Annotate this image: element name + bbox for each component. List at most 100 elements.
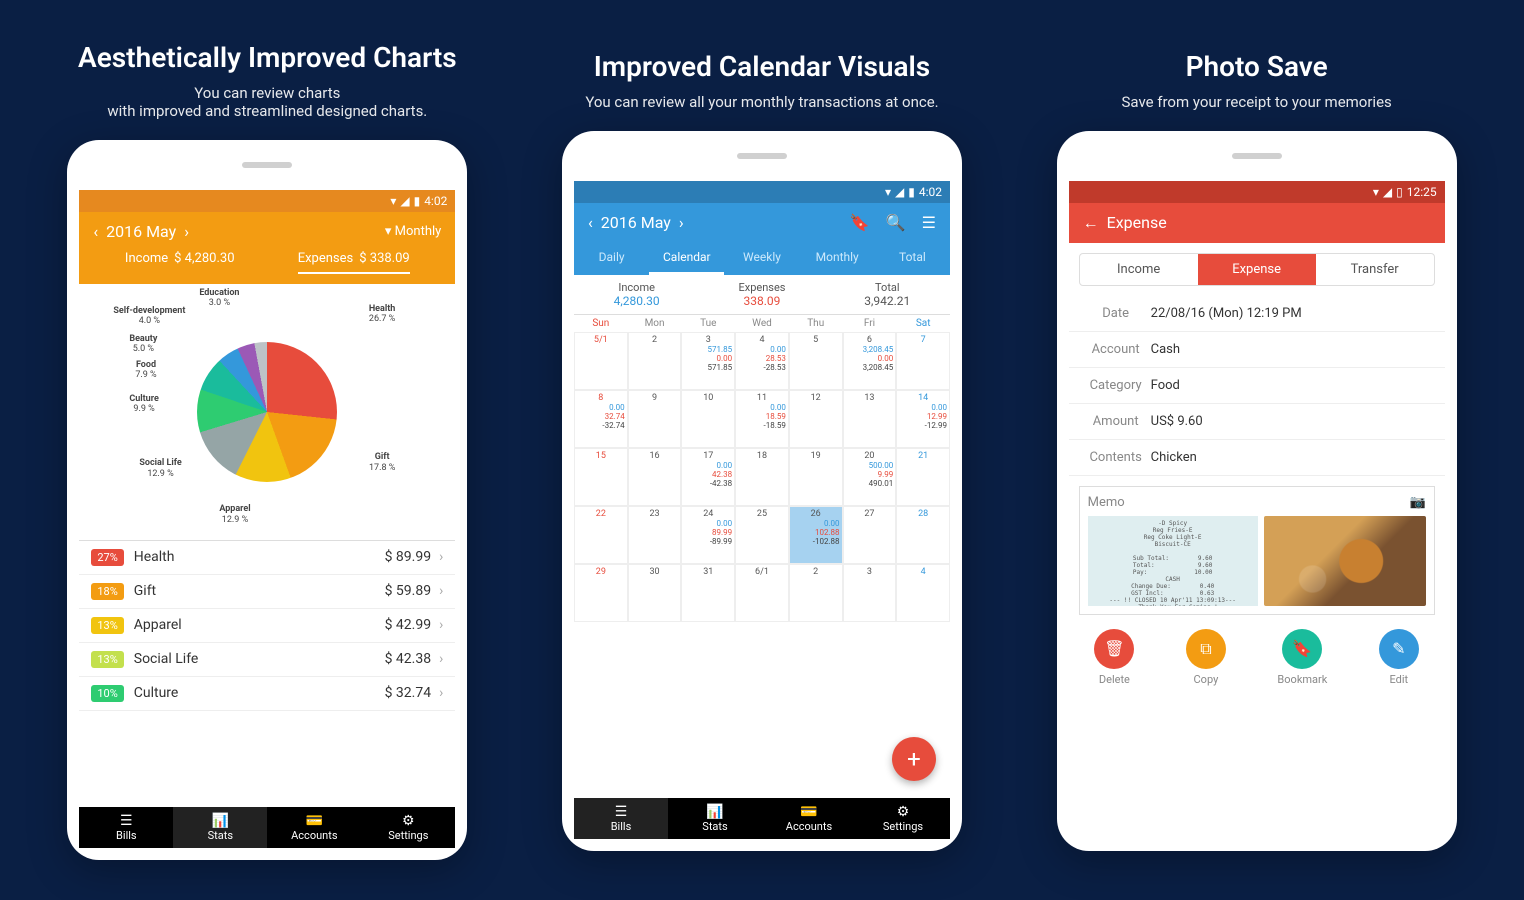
nav-settings[interactable]: ⚙Settings [361, 807, 455, 848]
accounts-icon: 💳 [267, 813, 361, 829]
field-category[interactable]: Category Food [1069, 368, 1445, 404]
bookmark-icon[interactable]: 🔖 [850, 213, 870, 232]
edit-button[interactable]: ✎ Edit [1379, 629, 1419, 686]
cal-cell[interactable]: 24 0.00 89.99 -89.99 [681, 506, 735, 564]
cal-cell[interactable]: 17 0.00 42.38 -42.38 [681, 448, 735, 506]
camera-icon[interactable]: 📷 [1409, 495, 1425, 510]
nav-stats[interactable]: 📊Stats [668, 798, 762, 839]
tab-monthly[interactable]: Monthly [800, 242, 875, 275]
type-tab-income[interactable]: Income [1080, 254, 1198, 285]
category-row[interactable]: 10% Culture $ 32.74 › [79, 677, 455, 711]
income-summary[interactable]: Income $ 4,280.30 [125, 251, 235, 274]
cal-cell[interactable]: 6 3,208.45 0.00 3,208.45 [843, 332, 897, 390]
copy-button[interactable]: ⧉ Copy [1186, 629, 1226, 686]
dow-label: Wed [735, 315, 789, 332]
cal-cell[interactable]: 27 [843, 506, 897, 564]
field-contents[interactable]: Contents Chicken [1069, 440, 1445, 476]
next-month-icon[interactable]: › [184, 222, 189, 241]
cal-cell[interactable]: 23 [628, 506, 682, 564]
prev-month-icon[interactable]: ‹ [588, 213, 593, 232]
nav-accounts[interactable]: 💳Accounts [267, 807, 361, 848]
cal-cell[interactable]: 6/1 [735, 564, 789, 622]
tab-calendar[interactable]: Calendar [649, 242, 724, 275]
expense-summary[interactable]: Expenses $ 338.09 [298, 251, 410, 274]
type-tab-expense[interactable]: Expense [1198, 254, 1316, 285]
cal-cell[interactable]: 25 [735, 506, 789, 564]
cal-cell[interactable]: 9 [628, 390, 682, 448]
battery-icon: ▮ [414, 194, 421, 208]
cal-cell[interactable]: 20 500.00 9.99 490.01 [843, 448, 897, 506]
cal-cell[interactable]: 10 [681, 390, 735, 448]
add-fab[interactable]: + [892, 737, 936, 781]
cal-cell[interactable]: 13 [843, 390, 897, 448]
prev-month-icon[interactable]: ‹ [93, 222, 98, 241]
panel-calendar: Improved Calendar Visuals You can review… [562, 50, 962, 851]
nav-bills[interactable]: ☰Bills [79, 807, 173, 848]
category-pct: 18% [91, 583, 123, 600]
cal-cell[interactable]: 4 [896, 564, 950, 622]
panel-charts: Aesthetically Improved Charts You can re… [67, 41, 467, 860]
category-name: Gift [134, 583, 156, 599]
wifi-icon: ▾ [1373, 185, 1379, 199]
cal-cell[interactable]: 12 [789, 390, 843, 448]
type-tabs: IncomeExpenseTransfer [1079, 253, 1435, 286]
field-account[interactable]: Account Cash [1069, 332, 1445, 368]
back-icon[interactable]: ← [1083, 213, 1099, 233]
delete-button[interactable]: 🗑 Delete [1094, 629, 1134, 686]
cal-cell[interactable]: 15 [574, 448, 628, 506]
cal-cell[interactable]: 16 [628, 448, 682, 506]
cal-cell[interactable]: 31 [681, 564, 735, 622]
cal-cell[interactable]: 7 [896, 332, 950, 390]
chevron-right-icon: › [439, 651, 443, 667]
cal-cell[interactable]: 4 0.00 28.53 -28.53 [735, 332, 789, 390]
receipt-image[interactable]: -D Spicy Reg Fries-E Reg Coke Light-E Bi… [1088, 516, 1258, 606]
cal-cell[interactable]: 2 [628, 332, 682, 390]
type-tab-transfer[interactable]: Transfer [1316, 254, 1434, 285]
category-row[interactable]: 13% Apparel $ 42.99 › [79, 609, 455, 643]
cal-cell[interactable]: 11 0.00 18.59 -18.59 [735, 390, 789, 448]
category-row[interactable]: 13% Social Life $ 42.38 › [79, 643, 455, 677]
next-month-icon[interactable]: › [679, 213, 684, 232]
cal-cell[interactable]: 19 [789, 448, 843, 506]
field-date[interactable]: Date 22/08/16 (Mon) 12:19 PM [1069, 296, 1445, 332]
phone-frame: ▾ ◢ ▮ 4:02 ‹ 2016 May › 🔖 🔍 ☰ [562, 131, 962, 851]
cal-cell[interactable]: 14 0.00 12.99 -12.99 [896, 390, 950, 448]
category-amount: $ 42.38 [385, 651, 432, 667]
month-label[interactable]: 2016 May [106, 222, 176, 241]
cal-cell[interactable]: 3 571.85 0.00 571.85 [681, 332, 735, 390]
field-amount[interactable]: Amount US$ 9.60 [1069, 404, 1445, 440]
category-row[interactable]: 18% Gift $ 59.89 › [79, 575, 455, 609]
nav-settings[interactable]: ⚙Settings [856, 798, 950, 839]
dow-label: Thu [789, 315, 843, 332]
accounts-icon: 💳 [762, 804, 856, 820]
filter-dropdown[interactable]: ▾ Monthly [385, 224, 441, 239]
cal-cell[interactable]: 28 [896, 506, 950, 564]
cal-cell[interactable]: 5/1 [574, 332, 628, 390]
cal-cell[interactable]: 26 0.00 102.88 -102.88 [789, 506, 843, 564]
cal-cell[interactable]: 21 [896, 448, 950, 506]
tab-total[interactable]: Total [875, 242, 950, 275]
tab-daily[interactable]: Daily [574, 242, 649, 275]
cal-cell[interactable]: 3 [843, 564, 897, 622]
category-pct: 13% [91, 617, 123, 634]
tab-weekly[interactable]: Weekly [724, 242, 799, 275]
memo-box[interactable]: Memo 📷 -D Spicy Reg Fries-E Reg Coke Lig… [1079, 486, 1435, 615]
nav-accounts[interactable]: 💳Accounts [762, 798, 856, 839]
filter-icon[interactable]: ☰ [922, 213, 936, 232]
cal-cell[interactable]: 22 [574, 506, 628, 564]
nav-stats[interactable]: 📊Stats [173, 807, 267, 848]
cal-cell[interactable]: 2 [789, 564, 843, 622]
cal-cell[interactable]: 5 [789, 332, 843, 390]
battery-icon: ▯ [1396, 185, 1403, 199]
cal-cell[interactable]: 18 [735, 448, 789, 506]
food-photo[interactable] [1264, 516, 1426, 606]
cal-cell[interactable]: 8 0.00 32.74 -32.74 [574, 390, 628, 448]
status-bar: ▾ ◢ ▮ 4:02 [574, 181, 950, 203]
search-icon[interactable]: 🔍 [886, 213, 906, 232]
nav-bills[interactable]: ☰Bills [574, 798, 668, 839]
cal-cell[interactable]: 29 [574, 564, 628, 622]
cal-cell[interactable]: 30 [628, 564, 682, 622]
bookmark-button[interactable]: 🔖 Bookmark [1277, 629, 1327, 686]
month-label[interactable]: 2016 May [601, 213, 671, 232]
category-row[interactable]: 27% Health $ 89.99 › [79, 541, 455, 575]
